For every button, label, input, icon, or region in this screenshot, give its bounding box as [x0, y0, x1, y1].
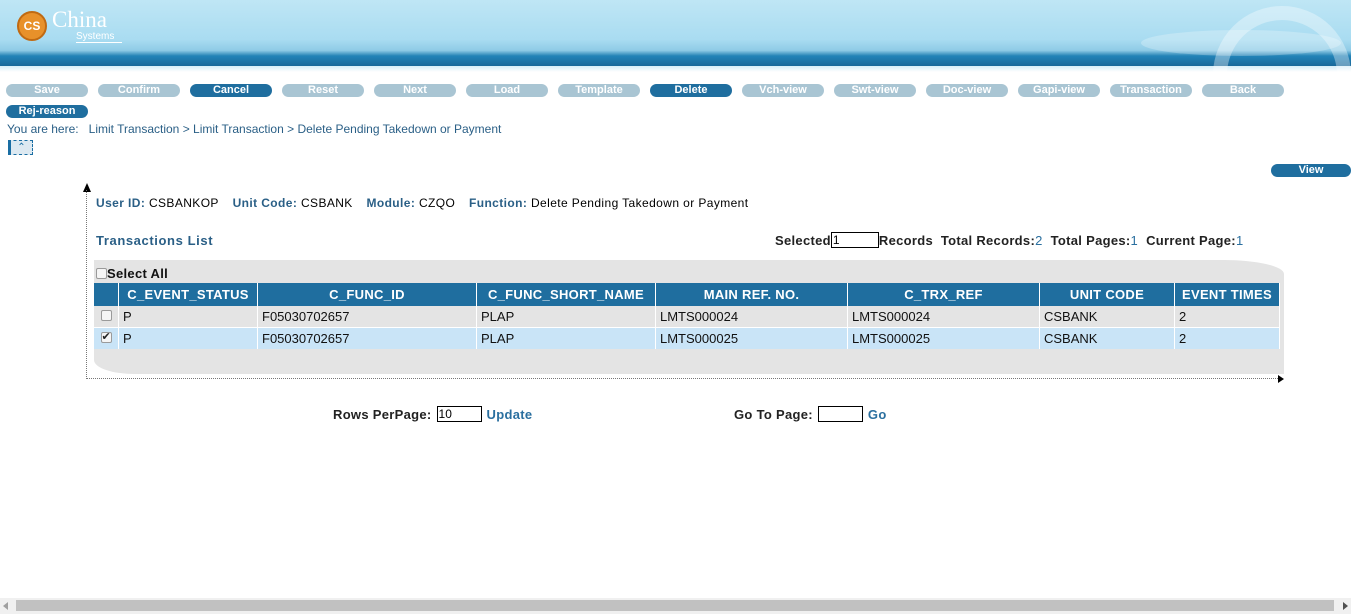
module-label: Module: — [366, 196, 416, 210]
records-label: Records — [878, 232, 933, 248]
breadcrumb-item[interactable]: Limit Transaction — [89, 122, 180, 136]
column-header[interactable]: C_TRX_REF — [847, 283, 1040, 306]
column-header[interactable]: C_FUNC_ID — [257, 283, 477, 306]
select-all-checkbox[interactable] — [96, 268, 107, 279]
logo-mark-icon: CS — [17, 11, 47, 41]
table-row[interactable]: P F05030702657 PLAP LMTS000024 LMTS00002… — [94, 306, 1280, 328]
app-header: CS China Systems — [0, 0, 1351, 72]
go-to-page-input[interactable] — [817, 406, 863, 422]
watermark-logo-icon — [1141, 0, 1351, 72]
logo-name: China — [52, 7, 107, 32]
table-cell: CSBANK — [1039, 306, 1175, 328]
total-records-value: 2 — [1035, 232, 1043, 248]
list-stats: Selected Records Total Records: 2 Total … — [775, 232, 1251, 248]
save-button[interactable]: Save — [6, 84, 88, 97]
transaction-button[interactable]: Transaction — [1110, 84, 1192, 97]
rows-per-page-input[interactable] — [436, 406, 482, 422]
transactions-table: C_EVENT_STATUS C_FUNC_ID C_FUNC_SHORT_NA… — [94, 283, 1280, 349]
logo-sub: Systems — [76, 31, 123, 43]
view-button[interactable]: View — [1271, 164, 1351, 177]
column-header[interactable]: C_EVENT_STATUS — [118, 283, 258, 306]
breadcrumb-separator: > — [287, 122, 295, 136]
transactions-list-title: Transactions List — [96, 233, 214, 248]
scroll-left-icon[interactable] — [3, 602, 8, 610]
selected-label: Selected — [775, 232, 831, 248]
collapse-toggle-icon[interactable]: ⌃ — [8, 140, 33, 155]
user-id-label: User ID: — [96, 196, 146, 210]
back-button[interactable]: Back — [1202, 84, 1284, 97]
user-id-value: CSBANKOP — [148, 196, 219, 210]
row-checkbox[interactable] — [100, 330, 112, 343]
arrow-up-icon — [83, 183, 91, 192]
scroll-right-icon[interactable] — [1343, 602, 1348, 610]
table-cell: PLAP — [476, 327, 656, 349]
go-link[interactable]: Go — [868, 407, 887, 422]
company-logo: CS China Systems — [17, 7, 123, 43]
breadcrumb-current: Delete Pending Takedown or Payment — [297, 122, 502, 136]
table-cell: P — [118, 327, 258, 349]
select-all-label: Select All — [107, 266, 169, 281]
total-pages-value: 1 — [1130, 232, 1139, 248]
table-cell: LMTS000024 — [655, 306, 848, 328]
total-records-label: Total Records: — [940, 232, 1036, 248]
scrollbar-thumb[interactable] — [16, 600, 1334, 611]
cancel-button[interactable]: Cancel — [190, 84, 272, 97]
doc-view-button[interactable]: Doc-view — [926, 84, 1008, 97]
gapi-view-button[interactable]: Gapi-view — [1018, 84, 1100, 97]
reset-button[interactable]: Reset — [282, 84, 364, 97]
select-all[interactable]: Select All — [96, 266, 168, 281]
table-cell: F05030702657 — [257, 306, 477, 328]
column-header[interactable]: UNIT CODE — [1039, 283, 1175, 306]
template-button[interactable]: Template — [558, 84, 640, 97]
column-header[interactable]: MAIN REF. NO. — [655, 283, 848, 306]
table-cell: 2 — [1174, 327, 1280, 349]
table-cell: 2 — [1174, 306, 1280, 328]
table-cell: PLAP — [476, 306, 656, 328]
rows-per-page-label: Rows PerPage: — [333, 406, 432, 422]
rows-per-page: Rows PerPage: Update — [333, 406, 532, 422]
function-value: Delete Pending Takedown or Payment — [530, 196, 749, 210]
current-page-label: Current Page: — [1146, 232, 1236, 248]
table-cell: CSBANK — [1039, 327, 1175, 349]
panel-border-bottom — [86, 378, 1278, 379]
user-info: User ID: CSBANKOP Unit Code: CSBANK Modu… — [96, 196, 759, 210]
table-cell: LMTS000024 — [847, 306, 1040, 328]
rej-reason-button[interactable]: Rej-reason — [6, 105, 88, 118]
update-link[interactable]: Update — [487, 407, 533, 422]
horizontal-scrollbar[interactable] — [0, 598, 1351, 614]
column-header[interactable]: EVENT TIMES — [1174, 283, 1280, 306]
function-label: Function: — [468, 196, 528, 210]
vch-view-button[interactable]: Vch-view — [742, 84, 824, 97]
table-row[interactable]: P F05030702657 PLAP LMTS000025 LMTS00002… — [94, 327, 1280, 349]
table-cell: LMTS000025 — [655, 327, 848, 349]
panel-border-left — [86, 190, 87, 379]
unit-code-value: CSBANK — [300, 196, 353, 210]
delete-button[interactable]: Delete — [650, 84, 732, 97]
go-to-page-label: Go To Page: — [734, 406, 813, 422]
unit-code-label: Unit Code: — [232, 196, 298, 210]
current-page-value: 1 — [1235, 232, 1244, 248]
next-button[interactable]: Next — [374, 84, 456, 97]
breadcrumb-prefix: You are here: — [7, 122, 79, 136]
swt-view-button[interactable]: Swt-view — [834, 84, 916, 97]
breadcrumb-separator: > — [182, 122, 190, 136]
row-checkbox[interactable] — [100, 310, 112, 321]
load-button[interactable]: Load — [466, 84, 548, 97]
selected-count-input[interactable] — [830, 232, 879, 248]
column-header[interactable]: C_FUNC_SHORT_NAME — [476, 283, 656, 306]
arrow-right-icon — [1278, 375, 1284, 383]
module-value: CZQO — [418, 196, 456, 210]
column-header-select — [94, 283, 119, 306]
table-cell: F05030702657 — [257, 327, 477, 349]
total-pages-label: Total Pages: — [1050, 232, 1131, 248]
go-to-page: Go To Page: Go — [734, 406, 887, 422]
breadcrumb-item[interactable]: Limit Transaction — [193, 122, 284, 136]
table-cell: P — [118, 306, 258, 328]
table-cell: LMTS000025 — [847, 327, 1040, 349]
breadcrumb: You are here: Limit Transaction > Limit … — [7, 122, 501, 136]
confirm-button[interactable]: Confirm — [98, 84, 180, 97]
